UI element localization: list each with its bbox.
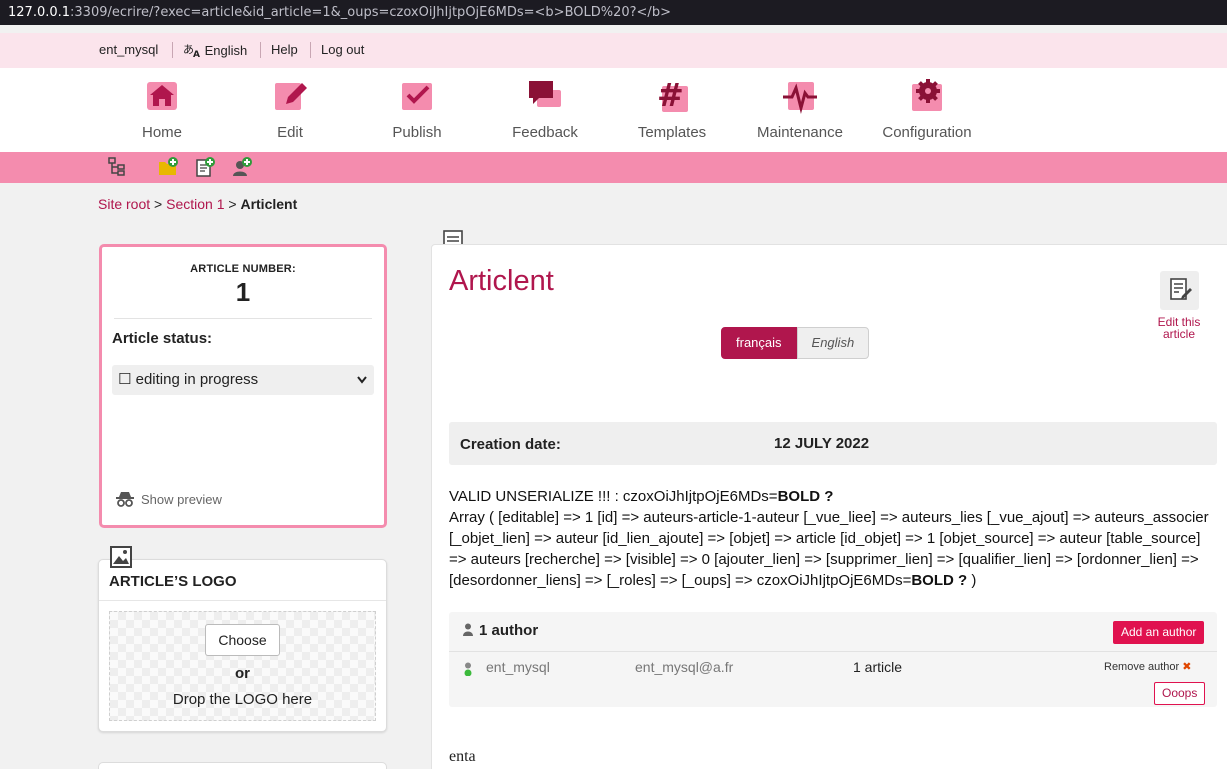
article-number: 1 xyxy=(235,277,251,307)
close-icon: ✖ xyxy=(1182,661,1192,673)
edit-icon xyxy=(275,83,307,110)
debug-array: Array ( [editable] => 1 [id] => auteurs-… xyxy=(449,509,1209,589)
edit-article-button[interactable] xyxy=(1160,271,1199,310)
separator xyxy=(310,42,311,58)
drop-logo-label: Drop the LOGO here xyxy=(172,691,313,708)
author-status-icon xyxy=(464,662,472,676)
language-switch: français English xyxy=(721,327,870,359)
publish-icon xyxy=(402,83,432,110)
divider xyxy=(114,318,372,319)
authors-count: 1 author xyxy=(479,622,539,639)
breadcrumb: Site root > Section 1 > Articlent xyxy=(98,196,297,212)
logout-link[interactable]: Log out xyxy=(321,42,364,57)
debug-bold: BOLD ? xyxy=(777,488,834,505)
choose-logo-button[interactable]: Choose xyxy=(205,624,280,656)
add-author-button[interactable]: Add an author xyxy=(1113,621,1205,644)
nav-configuration-label: Configuration xyxy=(882,124,972,141)
user-bar: ent_mysql あ A English Help Log out xyxy=(0,33,1227,68)
article-number-caption: ARTICLE NUMBER: xyxy=(190,263,296,275)
article-number-box: ARTICLE NUMBER: 1 Article status: ☐ edit… xyxy=(99,244,387,528)
debug-tail: ) xyxy=(967,572,977,589)
lang-tab-english[interactable]: English xyxy=(796,327,870,359)
edit-article-label[interactable]: Edit this article xyxy=(1150,316,1208,340)
sidebar-box xyxy=(98,762,387,769)
site-tree-icon[interactable] xyxy=(108,157,128,177)
authors-header: 1 author xyxy=(463,622,538,639)
divider xyxy=(449,651,1217,652)
url-path: :3309/ecrire/?exec=article&id_article=1&… xyxy=(70,5,671,20)
home-icon xyxy=(147,82,177,110)
breadcrumb-site-root[interactable]: Site root xyxy=(98,196,150,212)
help-link[interactable]: Help xyxy=(271,42,298,57)
svg-text:A: A xyxy=(193,50,200,58)
show-preview-label: Show preview xyxy=(141,492,222,507)
url-host: 127.0.0.1 xyxy=(8,5,71,20)
maintenance-icon xyxy=(783,82,817,114)
show-preview-link[interactable]: Show preview xyxy=(115,491,222,507)
separator xyxy=(260,42,261,58)
article-title: Articlent xyxy=(449,265,554,297)
nav-home[interactable]: Home xyxy=(102,78,222,141)
nav-configuration[interactable]: Configuration xyxy=(867,78,987,141)
author-article-count: 1 article xyxy=(853,659,903,675)
article-text: enta xyxy=(449,748,476,765)
separator xyxy=(172,42,173,58)
oops-button[interactable]: Ooops xyxy=(1154,682,1206,705)
debug-prefix: VALID UNSERIALIZE !!! : czoxOiJhIjtpOjE6… xyxy=(449,488,778,505)
nav-maintenance[interactable]: Maintenance xyxy=(740,78,860,141)
incognito-icon xyxy=(116,492,134,507)
nav-feedback[interactable]: Feedback xyxy=(485,78,605,141)
image-icon xyxy=(110,546,132,568)
nav-edit[interactable]: Edit xyxy=(230,78,350,141)
breadcrumb-current: Articlent xyxy=(240,196,298,212)
edit-document-icon xyxy=(1170,278,1192,300)
author-email-link[interactable]: ent_mysql@a.fr xyxy=(635,659,733,675)
or-label: or xyxy=(235,665,250,682)
language-label: English xyxy=(204,43,248,58)
debug-output: VALID UNSERIALIZE !!! : czoxOiJhIjtpOjE6… xyxy=(449,486,1219,591)
templates-icon: # xyxy=(657,76,688,114)
new-section-icon[interactable] xyxy=(158,157,178,177)
nav-feedback-label: Feedback xyxy=(512,124,578,141)
author-name-link[interactable]: ent_mysql xyxy=(486,659,550,675)
nav-publish[interactable]: Publish xyxy=(357,78,477,141)
main-nav: Home Edit Publish Feedback # Templates M… xyxy=(0,68,1227,152)
new-article-icon[interactable] xyxy=(195,157,215,177)
nav-edit-label: Edit xyxy=(277,124,303,141)
nav-home-label: Home xyxy=(141,124,182,141)
feedback-icon xyxy=(529,81,561,107)
language-menu[interactable]: あ A English xyxy=(183,42,248,60)
article-logo-box: ARTICLE’S LOGO Choose or Drop the LOGO h… xyxy=(98,559,387,732)
nav-maintenance-label: Maintenance xyxy=(757,124,843,141)
chevron-down-icon xyxy=(357,376,367,384)
configuration-icon xyxy=(912,79,942,111)
breadcrumb-separator: > xyxy=(154,196,163,212)
lang-tab-french[interactable]: français xyxy=(721,327,797,359)
creation-date-row: Creation date: 12 JULY 2022 xyxy=(449,422,1217,465)
new-author-icon[interactable] xyxy=(232,157,252,177)
svg-text:#: # xyxy=(657,78,684,114)
logo-drop-zone[interactable]: Choose or Drop the LOGO here xyxy=(109,611,376,721)
article-logo-title: ARTICLE’S LOGO xyxy=(99,560,386,601)
person-icon xyxy=(463,623,473,636)
article-status-select[interactable]: ☐ editing in progress xyxy=(112,365,374,395)
remove-author-link[interactable]: Remove author ✖ xyxy=(1104,660,1191,673)
breadcrumb-section[interactable]: Section 1 xyxy=(166,196,224,212)
nav-templates[interactable]: # Templates xyxy=(612,76,732,141)
article-status-value: ☐ editing in progress xyxy=(118,371,259,388)
authors-box: 1 author Add an author ent_mysql ent_mys… xyxy=(449,612,1217,707)
article-status-label: Article status: xyxy=(112,330,213,347)
breadcrumb-separator: > xyxy=(228,196,237,212)
language-icon: あ A xyxy=(183,43,200,60)
quick-actions-bar xyxy=(0,152,1227,183)
creation-date-value: 12 JULY 2022 xyxy=(774,435,870,452)
debug-bold-2: BOLD ? xyxy=(911,572,968,589)
nav-publish-label: Publish xyxy=(392,124,442,141)
creation-date-label: Creation date: xyxy=(460,436,561,453)
remove-author-label: Remove author xyxy=(1104,661,1180,673)
nav-templates-label: Templates xyxy=(637,124,707,141)
username-link[interactable]: ent_mysql xyxy=(99,42,158,57)
browser-url-bar[interactable]: 127.0.0.1:3309/ecrire/?exec=article&id_a… xyxy=(0,0,1227,25)
